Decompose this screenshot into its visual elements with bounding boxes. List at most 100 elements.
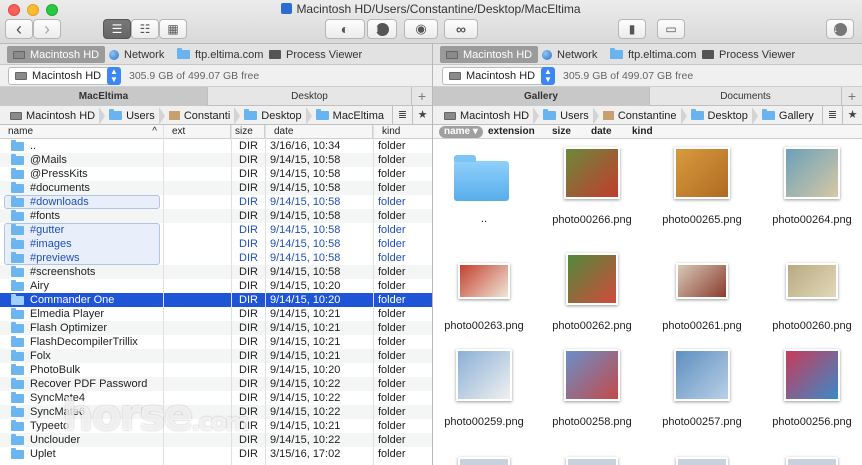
- table-row[interactable]: Folx DIR 9/14/15, 10:21 folder: [0, 349, 432, 363]
- column-header-ext[interactable]: ext: [168, 125, 231, 139]
- menu-button-left[interactable]: ≣: [392, 106, 412, 125]
- breadcrumb-item[interactable]: Users: [105, 106, 159, 125]
- gallery-item[interactable]: photo00265.png: [647, 147, 757, 241]
- sort-ascending-icon: ^: [152, 126, 157, 137]
- tab-gallery[interactable]: Gallery: [433, 87, 650, 106]
- list-view-button[interactable]: ☰: [103, 19, 131, 39]
- sort-by-extension-button[interactable]: extension: [484, 125, 544, 139]
- breadcrumb-item[interactable]: MacEltima: [312, 106, 388, 125]
- breadcrumb-item[interactable]: Gallery: [758, 106, 818, 125]
- gallery-item[interactable]: photo00260.png: [757, 253, 862, 347]
- drive-tab-process-viewer-right[interactable]: Process Viewer: [696, 46, 801, 63]
- column-header-name[interactable]: name ^: [4, 125, 164, 139]
- table-row[interactable]: #downloads DIR 9/14/15, 10:58 folder: [0, 195, 432, 209]
- quick-look-button[interactable]: ◉: [404, 19, 438, 39]
- breadcrumb-item[interactable]: Users: [539, 106, 593, 125]
- volume-select-arrow-right[interactable]: ▲ ▼: [541, 67, 555, 85]
- tab-documents[interactable]: Documents: [650, 87, 842, 106]
- grid-view-button[interactable]: ▦: [159, 19, 187, 39]
- favorites-button-left[interactable]: ★: [412, 106, 432, 125]
- archive-button[interactable]: ▮: [618, 19, 646, 39]
- file-date: 3/16/16, 10:34: [270, 140, 341, 152]
- drive-tab-macintosh-hd-right[interactable]: Macintosh HD: [440, 46, 539, 63]
- drive-tab-ftp-left[interactable]: ftp.eltima.com: [171, 46, 269, 63]
- table-row[interactable]: FlashDecompilerTrillix DIR 9/14/15, 10:21 f…: [0, 335, 432, 349]
- drive-tab-ftp-right[interactable]: ftp.eltima.com: [604, 46, 702, 63]
- sort-by-name-button[interactable]: name ▾: [439, 126, 483, 138]
- table-row[interactable]: @PressKits DIR 9/14/15, 10:58 folder: [0, 167, 432, 181]
- gallery-item[interactable]: photo00263.png: [433, 253, 539, 347]
- file-kind: folder: [378, 420, 406, 432]
- breadcrumb-item[interactable]: Constanti: [165, 106, 234, 125]
- gallery-item[interactable]: photo00258.png: [537, 349, 647, 443]
- search-button[interactable]: ∞: [444, 19, 478, 39]
- table-row[interactable]: #fonts DIR 9/14/15, 10:58 folder: [0, 209, 432, 223]
- gallery-item[interactable]: photo00264.png: [757, 147, 862, 241]
- drive-tab-process-viewer-left[interactable]: Process Viewer: [263, 46, 368, 63]
- folder-icon: [11, 140, 24, 151]
- star-icon: ★: [847, 109, 858, 121]
- forward-button[interactable]: ›: [33, 19, 61, 39]
- table-row[interactable]: Airy DIR 9/14/15, 10:20 folder: [0, 279, 432, 293]
- table-row[interactable]: #images DIR 9/14/15, 10:58 folder: [0, 237, 432, 251]
- sort-by-date-button[interactable]: date: [587, 125, 627, 139]
- table-row[interactable]: #documents DIR 9/14/15, 10:58 folder: [0, 181, 432, 195]
- table-row[interactable]: #screenshots DIR 9/14/15, 10:58 folder: [0, 265, 432, 279]
- image-thumbnail: [784, 147, 840, 199]
- detail-view-button[interactable]: ☷: [131, 19, 159, 39]
- menu-button-right[interactable]: ≣: [822, 106, 842, 125]
- sort-by-kind-button[interactable]: kind: [628, 125, 668, 139]
- tab-desktop[interactable]: Desktop: [208, 87, 412, 106]
- toggle-hidden-button[interactable]: ◐: [325, 19, 365, 39]
- image-thumbnail[interactable]: [676, 457, 728, 465]
- volume-select-right[interactable]: Macintosh HD: [442, 67, 554, 85]
- drive-tab-network-right[interactable]: Network: [536, 46, 603, 63]
- drive-tab-macintosh-hd-left[interactable]: Macintosh HD: [7, 46, 106, 63]
- table-row[interactable]: PhotoBulk DIR 9/14/15, 10:20 folder: [0, 363, 432, 377]
- folder-icon: [11, 420, 24, 431]
- table-row[interactable]: Recover PDF Password DIR 9/14/15, 10:22 fol…: [0, 377, 432, 391]
- gallery-item[interactable]: photo00259.png: [433, 349, 539, 443]
- add-tab-left-button[interactable]: +: [412, 87, 432, 106]
- breadcrumb-item[interactable]: Desktop: [240, 106, 305, 125]
- table-row[interactable]: Elmedia Player DIR 9/14/15, 10:21 folder: [0, 307, 432, 321]
- sort-by-size-button[interactable]: size: [548, 125, 588, 139]
- table-row[interactable]: #previews DIR 9/14/15, 10:58 folder: [0, 251, 432, 265]
- gallery-item-parent-folder[interactable]: ..: [433, 147, 539, 241]
- info-button[interactable]: i: [367, 19, 397, 39]
- breadcrumb-item[interactable]: Desktop: [687, 106, 752, 125]
- table-row[interactable]: Uplet DIR 3/15/16, 17:02 folder: [0, 447, 432, 461]
- column-header-size[interactable]: size: [231, 125, 265, 139]
- gallery-item[interactable]: photo00256.png: [757, 349, 862, 443]
- table-row[interactable]: Flash Optimizer DIR 9/14/15, 10:21 folder: [0, 321, 432, 335]
- image-thumbnail[interactable]: [566, 457, 618, 465]
- image-thumbnail[interactable]: [786, 457, 838, 465]
- downloads-button[interactable]: ↓: [826, 19, 854, 39]
- image-thumbnail: [674, 147, 730, 199]
- image-thumbnail[interactable]: [458, 457, 510, 465]
- table-row[interactable]: @Mails DIR 9/14/15, 10:58 folder: [0, 153, 432, 167]
- right-gallery-view[interactable]: .. photo00266.png photo00265.png photo00264…: [433, 139, 862, 465]
- column-header-date[interactable]: date: [270, 125, 373, 139]
- volume-select-left[interactable]: Macintosh HD: [8, 67, 120, 85]
- image-thumbnail: [564, 147, 620, 199]
- favorites-button-right[interactable]: ★: [842, 106, 862, 125]
- tab-maceltima[interactable]: MacEltima: [0, 87, 208, 106]
- connect-server-button[interactable]: ▭: [657, 19, 685, 39]
- back-button[interactable]: ‹: [5, 19, 33, 39]
- breadcrumb-item[interactable]: Macintosh HD: [440, 106, 533, 125]
- file-date: 9/14/15, 10:58: [270, 266, 341, 278]
- volume-select-arrow-left[interactable]: ▲ ▼: [107, 67, 121, 85]
- gallery-item[interactable]: photo00262.png: [537, 253, 647, 347]
- table-row[interactable]: #gutter DIR 9/14/15, 10:58 folder: [0, 223, 432, 237]
- table-row[interactable]: Commander One DIR 9/14/15, 10:20 folder: [0, 293, 432, 307]
- table-row[interactable]: .. DIR 3/16/16, 10:34 folder: [0, 139, 432, 153]
- drive-tab-network-left[interactable]: Network: [103, 46, 170, 63]
- breadcrumb-item[interactable]: Constantine: [599, 106, 681, 125]
- gallery-item[interactable]: photo00261.png: [647, 253, 757, 347]
- gallery-item[interactable]: photo00257.png: [647, 349, 757, 443]
- breadcrumb-item[interactable]: Macintosh HD: [6, 106, 99, 125]
- add-tab-right-button[interactable]: +: [842, 87, 862, 106]
- column-header-kind[interactable]: kind: [378, 125, 432, 139]
- gallery-item[interactable]: photo00266.png: [537, 147, 647, 241]
